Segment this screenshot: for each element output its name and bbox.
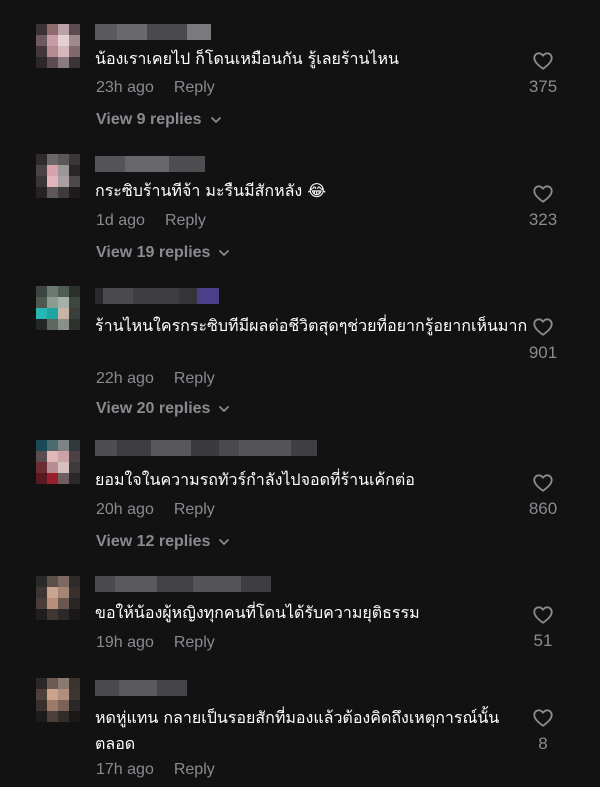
comment-text: ยอมใจในความรถทัวร์กำลังไปจอดที่ร้านเค้กต… (95, 470, 415, 489)
comment-text: หดหู่แทน กลายเป็นรอยสักที่มองแล้วต้องคิด… (95, 708, 500, 753)
comment-time: 20h ago (96, 501, 154, 518)
username-redacted[interactable] (95, 680, 187, 696)
view-replies-button[interactable]: View 9 replies (96, 111, 222, 129)
view-replies-button[interactable]: View 19 replies (96, 244, 230, 262)
reply-button[interactable]: Reply (174, 501, 215, 519)
heart-outline-icon (533, 185, 553, 203)
avatar[interactable] (36, 576, 80, 620)
comment-meta: 23h ago Reply (96, 79, 215, 97)
like-count: 51 (533, 631, 553, 650)
comment-time: 17h ago (96, 761, 154, 778)
like-button[interactable]: 375 (508, 50, 578, 97)
username-redacted[interactable] (95, 576, 271, 592)
heart-outline-icon (533, 709, 553, 727)
username-redacted[interactable] (95, 156, 205, 172)
chevron-down-icon (219, 406, 230, 412)
like-count: 860 (528, 499, 558, 518)
reply-button[interactable]: Reply (174, 634, 215, 652)
reply-button[interactable]: Reply (174, 370, 215, 388)
like-count: 375 (528, 77, 558, 96)
avatar[interactable] (36, 24, 80, 68)
comment-time: 1d ago (96, 212, 145, 229)
heart-outline-icon (533, 606, 553, 624)
comment-time: 22h ago (96, 370, 154, 387)
like-count: 901 (528, 343, 558, 362)
avatar[interactable] (36, 154, 80, 198)
heart-outline-icon (533, 318, 553, 336)
chevron-down-icon (210, 117, 221, 123)
comment-meta: 20h ago Reply (96, 501, 215, 519)
like-button[interactable]: 51 (508, 604, 578, 651)
like-button[interactable]: 8 (508, 707, 578, 754)
avatar[interactable] (36, 440, 80, 484)
comment-meta: 17h ago Reply (96, 761, 215, 779)
comments-panel: { "comments": [ { "text": "น้องเราเคยไป … (0, 0, 600, 787)
like-button[interactable]: 323 (508, 183, 578, 230)
view-replies-label: View 20 replies (96, 400, 211, 417)
username-redacted[interactable] (95, 288, 219, 304)
comment-meta: 22h ago Reply (96, 370, 215, 388)
heart-outline-icon (533, 52, 553, 70)
comment-time: 19h ago (96, 634, 154, 651)
view-replies-label: View 9 replies (96, 111, 202, 128)
comment-text: กระซิบร้านทีจ้า มะรืนมีสักหลัง 😂 (95, 181, 327, 200)
username-redacted[interactable] (95, 440, 317, 456)
username-redacted[interactable] (95, 24, 211, 40)
reply-button[interactable]: Reply (174, 79, 215, 97)
view-replies-label: View 12 replies (96, 533, 211, 550)
comment-time: 23h ago (96, 79, 154, 96)
chevron-down-icon (219, 250, 230, 256)
comment-text: ขอให้น้องผู้หญิงทุกคนที่โดนได้รับความยุต… (95, 603, 420, 622)
chevron-down-icon (219, 539, 230, 545)
like-count: 323 (528, 210, 558, 229)
avatar[interactable] (36, 286, 80, 330)
comment-meta: 1d ago Reply (96, 212, 206, 230)
comment-text: ร้านไหนใครกระซิบทีมีผลต่อชีวิตสุดๆช่วยที… (95, 316, 528, 335)
heart-outline-icon (533, 474, 553, 492)
avatar[interactable] (36, 678, 80, 722)
like-count: 8 (538, 734, 548, 753)
view-replies-label: View 19 replies (96, 244, 211, 261)
like-button[interactable]: 901 (508, 316, 578, 363)
like-button[interactable]: 860 (508, 472, 578, 519)
comment-text: น้องเราเคยไป ก็โดนเหมือนกัน รู้เลยร้านไห… (95, 49, 399, 68)
comment-meta: 19h ago Reply (96, 634, 215, 652)
reply-button[interactable]: Reply (165, 212, 206, 230)
view-replies-button[interactable]: View 12 replies (96, 533, 230, 551)
reply-button[interactable]: Reply (174, 761, 215, 779)
view-replies-button[interactable]: View 20 replies (96, 400, 230, 418)
